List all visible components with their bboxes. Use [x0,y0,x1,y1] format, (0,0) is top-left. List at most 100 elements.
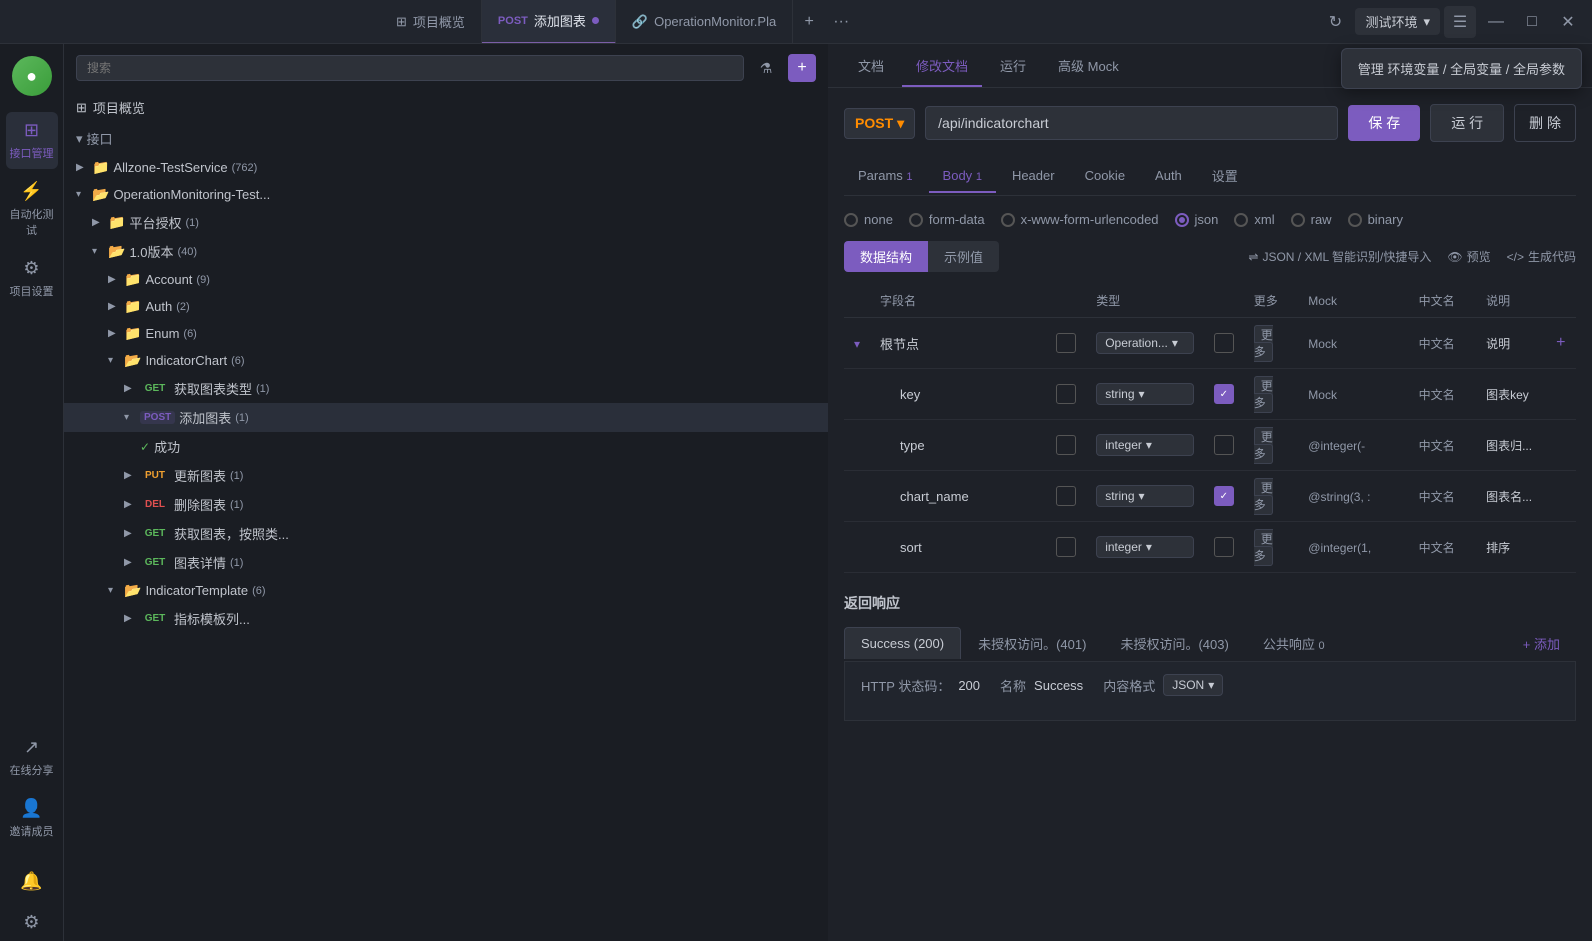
example-value-button[interactable]: 示例值 [928,241,999,272]
tab-body[interactable]: Body 1 [929,160,996,193]
tab-settings[interactable]: 设置 [1198,158,1252,195]
search-input[interactable] [76,55,744,81]
interface-section-header[interactable]: ▾ 接口 [64,123,828,154]
sidebar-nav-interface[interactable]: ⊞ 接口管理 [6,112,58,169]
tree-item-get-chart-by-type[interactable]: ▶ GET 获取图表，按照类... [64,519,828,548]
key-checkbox[interactable] [1056,384,1076,404]
close-button[interactable]: ✕ [1552,6,1584,38]
tab-operation-monitor[interactable]: 🔗 OperationMonitor.Pla [616,0,793,43]
tree-area: ▶ 📁 Allzone-TestService (762) ▾ 📂 Operat… [64,154,828,941]
tree-item-success[interactable]: ✓ 成功 [64,432,828,461]
chevron-down-icon: ▾ [92,246,104,257]
refresh-button[interactable]: ↻ [1319,6,1351,38]
sort-required-checkbox[interactable] [1214,537,1234,557]
env-selector[interactable]: 测试环境 ▾ [1355,8,1440,35]
tab-header[interactable]: Header [998,160,1069,193]
tree-item-get-chart-detail[interactable]: ▶ GET 图表详情 (1) [64,548,828,577]
type-type-selector[interactable]: integer ▾ [1096,434,1194,456]
tree-item-allzone[interactable]: ▶ 📁 Allzone-TestService (762) [64,154,828,181]
key-more-button[interactable]: 更多 [1254,376,1273,413]
tree-item-post-add-chart[interactable]: ▾ POST 添加图表 (1) [64,403,828,432]
sidebar-gear-button[interactable]: ⚙ [6,904,58,941]
tree-item-del-chart[interactable]: ▶ DEL 删除图表 (1) [64,490,828,519]
add-root-field-button[interactable]: + [1556,334,1565,351]
tree-item-put-update[interactable]: ▶ PUT 更新图表 (1) [64,461,828,490]
key-type-selector[interactable]: string ▾ [1096,383,1194,405]
tab-overview[interactable]: ⊞ 项目概览 [380,0,482,43]
root-more-button[interactable]: 更多 [1254,325,1273,362]
minimize-button[interactable]: — [1480,6,1512,38]
tab-auth[interactable]: Auth [1141,160,1196,193]
tab-params[interactable]: Params 1 [844,160,927,193]
preview-button[interactable]: 👁 预览 [1447,248,1490,265]
root-type-selector[interactable]: Operation... ▾ [1096,332,1194,354]
expand-root-button[interactable]: ▾ [854,337,860,351]
tab-edit-doc[interactable]: 修改文档 [902,46,982,87]
type-required-checkbox[interactable] [1214,435,1234,455]
tab-post-add-chart[interactable]: POST 添加图表 [482,0,616,43]
add-tab-button[interactable]: + [793,6,825,38]
url-input[interactable] [925,106,1338,140]
sidebar-nav-share[interactable]: ↗ 在线分享 [6,729,58,786]
tree-item-platform[interactable]: ▶ 📁 平台授权 (1) [64,208,828,237]
app-logo[interactable]: ● [12,56,52,96]
tab-run[interactable]: 运行 [986,46,1040,87]
project-overview-item[interactable]: ⊞ 项目概览 [64,92,828,123]
tree-item-enum[interactable]: ▶ 📁 Enum (6) [64,320,828,347]
tree-item-v1[interactable]: ▾ 📂 1.0版本 (40) [64,237,828,266]
root-required-checkbox[interactable] [1214,333,1234,353]
add-response-button[interactable]: + 添加 [1507,626,1576,661]
radio-binary[interactable]: binary [1348,212,1403,227]
tree-item-account[interactable]: ▶ 📁 Account (9) [64,266,828,293]
response-tab-401[interactable]: 未授权访问。(401) [961,625,1103,661]
delete-button[interactable]: 删 除 [1514,104,1576,142]
sidebar-nav-invite[interactable]: 👤 邀请成员 [6,790,58,847]
key-required-checkbox[interactable]: ✓ [1214,384,1234,404]
radio-urlencoded[interactable]: x-www-form-urlencoded [1001,212,1159,227]
maximize-button[interactable]: □ [1516,6,1548,38]
sort-checkbox[interactable] [1056,537,1076,557]
type-caret-icon: ▾ [1139,387,1145,401]
chart-name-checkbox[interactable] [1056,486,1076,506]
tab-doc[interactable]: 文档 [844,46,898,87]
content-format-selector[interactable]: JSON ▾ [1163,674,1223,696]
more-tabs-button[interactable]: ··· [825,6,857,38]
type-more-button[interactable]: 更多 [1254,427,1273,464]
tree-item-get-chart-type[interactable]: ▶ GET 获取图表类型 (1) [64,374,828,403]
tree-item-get-template-list[interactable]: ▶ GET 指标模板列... [64,604,828,633]
radio-xml[interactable]: xml [1234,212,1274,227]
root-checkbox[interactable] [1056,333,1076,353]
run-button[interactable]: 运 行 [1430,104,1504,142]
response-tab-public[interactable]: 公共响应 0 [1246,625,1342,661]
type-checkbox[interactable] [1056,435,1076,455]
tree-item-auth[interactable]: ▶ 📁 Auth (2) [64,293,828,320]
tab-advanced-mock[interactable]: 高级 Mock [1044,46,1133,87]
sort-type-selector[interactable]: integer ▾ [1096,536,1194,558]
tab-cookie[interactable]: Cookie [1071,160,1139,193]
tree-item-opmon[interactable]: ▾ 📂 OperationMonitoring-Test... [64,181,828,208]
chart-name-more-button[interactable]: 更多 [1254,478,1273,515]
tree-item-indicator-chart[interactable]: ▾ 📂 IndicatorChart (6) [64,347,828,374]
chart-name-type-selector[interactable]: string ▾ [1096,485,1194,507]
menu-button[interactable]: ☰ [1444,6,1476,38]
generate-code-button[interactable]: </> 生成代码 [1507,248,1576,265]
radio-form-data[interactable]: form-data [909,212,985,227]
filter-button[interactable]: ⚗ [752,54,780,82]
sidebar-nav-settings[interactable]: ⚙ 项目设置 [6,250,58,307]
url-bar: POST ▾ 保 存 运 行 删 除 [844,104,1576,142]
response-tab-200[interactable]: Success (200) [844,627,961,659]
tree-item-indicator-template[interactable]: ▾ 📂 IndicatorTemplate (6) [64,577,828,604]
radio-json[interactable]: json [1175,212,1219,227]
radio-raw[interactable]: raw [1291,212,1332,227]
sidebar-nav-automation[interactable]: ⚡ 自动化测试 [6,173,58,246]
sidebar-notify-button[interactable]: 🔔 [6,863,58,900]
save-button[interactable]: 保 存 [1348,105,1420,141]
sort-more-button[interactable]: 更多 [1254,529,1273,566]
add-button[interactable]: + [788,54,816,82]
chart-name-required-checkbox[interactable]: ✓ [1214,486,1234,506]
data-structure-button[interactable]: 数据结构 [844,241,928,272]
json-xml-import-button[interactable]: ⇌ JSON / XML 智能识别/快捷导入 [1248,248,1431,265]
radio-none[interactable]: none [844,212,893,227]
response-tab-403[interactable]: 未授权访问。(403) [1103,625,1245,661]
method-selector[interactable]: POST ▾ [844,108,915,139]
